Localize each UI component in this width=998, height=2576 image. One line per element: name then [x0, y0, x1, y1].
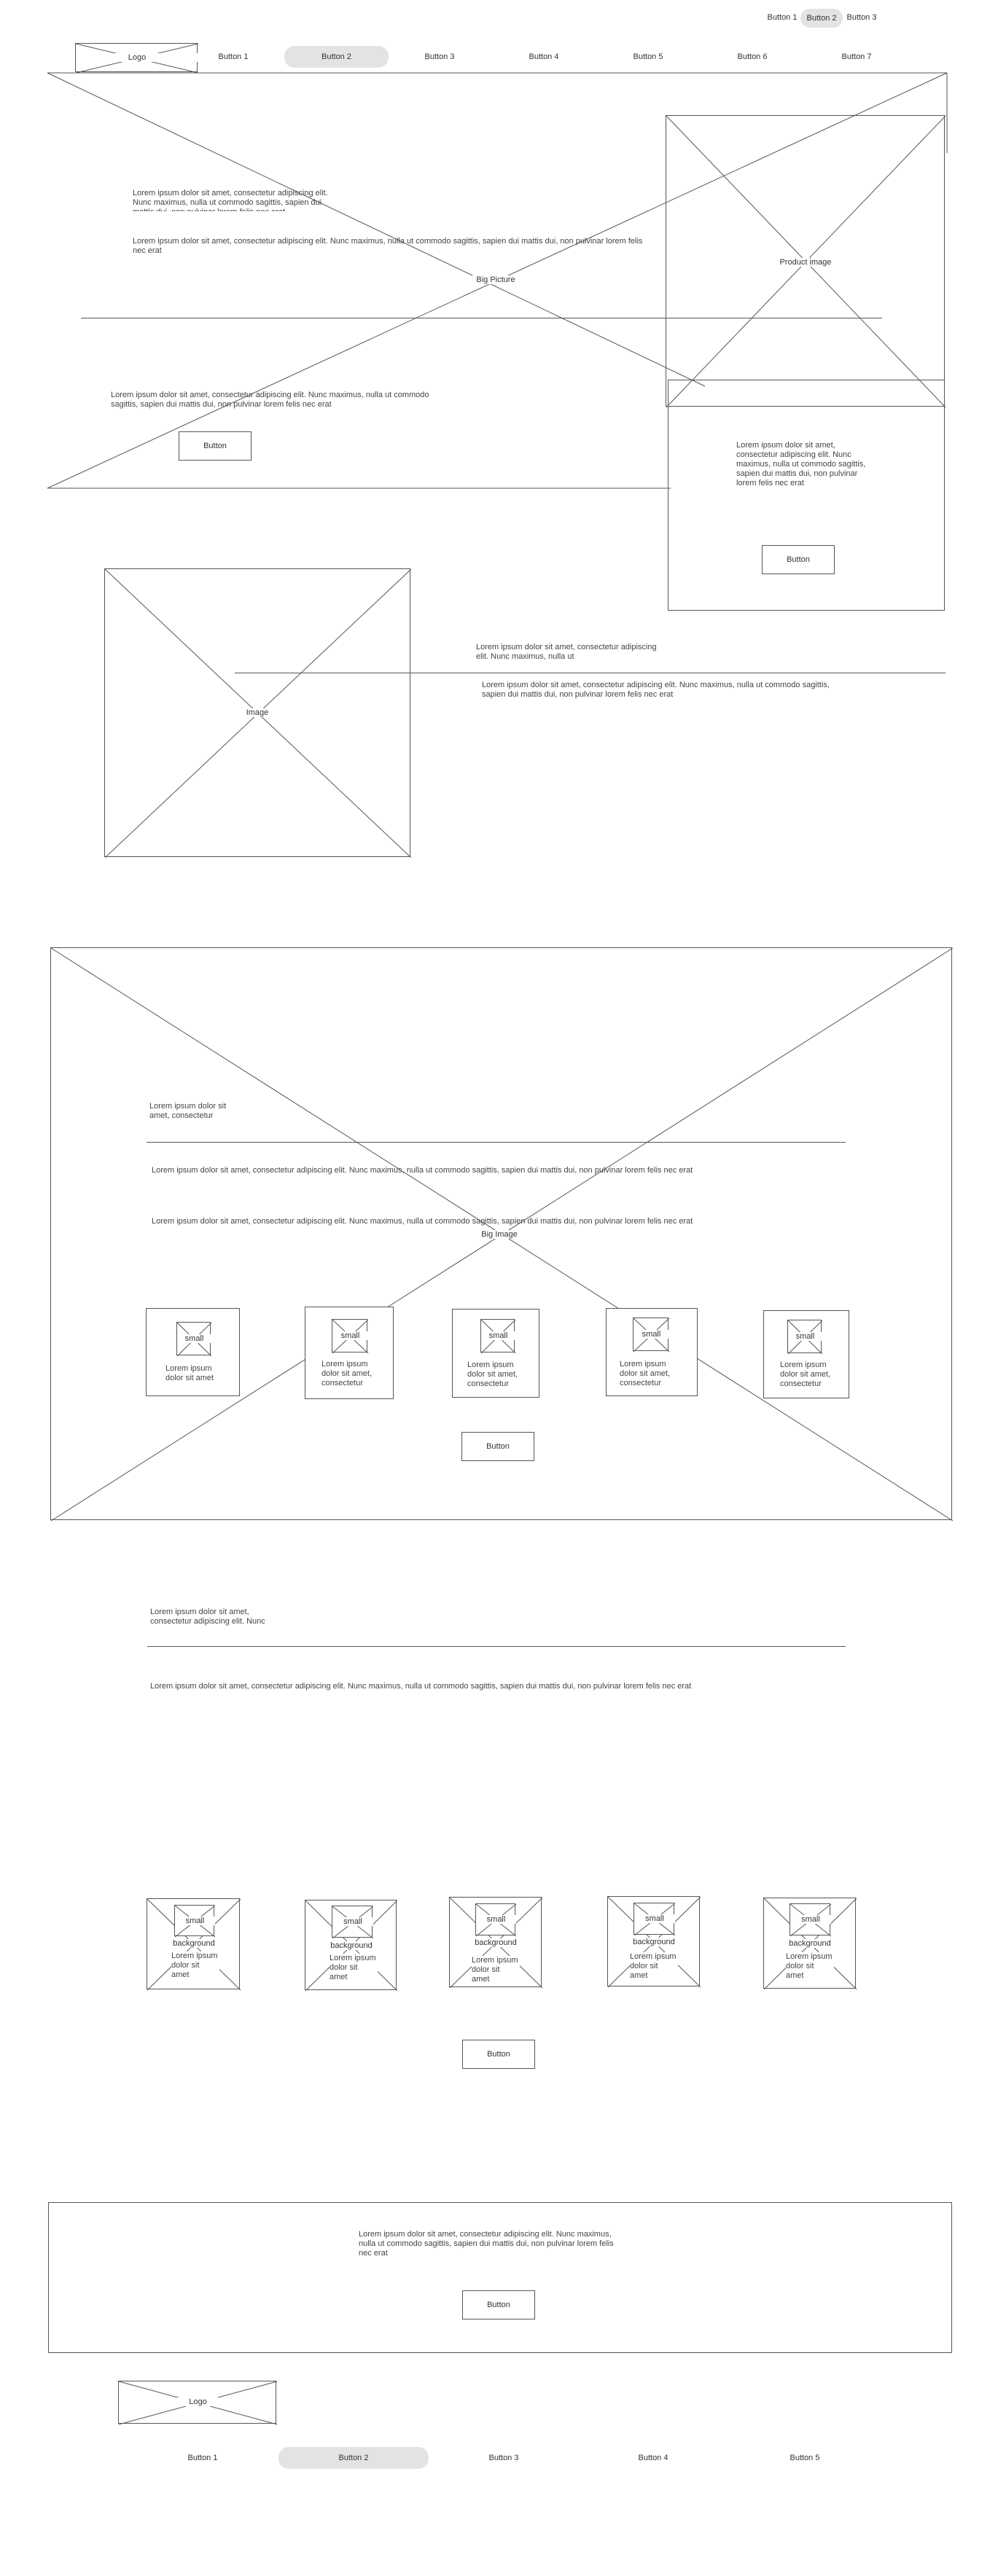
footer-nav-button-4[interactable]: Button 4	[631, 2454, 675, 2462]
text-section-short: Lorem ipsum dolor sit amet, consectetur …	[150, 1608, 265, 1626]
small-image: small	[633, 1318, 670, 1352]
text-section-divider	[147, 1646, 846, 1647]
product-button[interactable]: Button	[762, 545, 835, 574]
hero-button[interactable]: Button	[179, 431, 252, 461]
background-cards-button[interactable]: Button	[462, 2040, 535, 2069]
small-image: small	[176, 1322, 212, 1357]
small-label: small	[476, 1915, 516, 1924]
big-image-label: Big Image	[477, 1230, 521, 1239]
small-label: small	[790, 1915, 831, 1924]
background-card-3[interactable]: small background Lorem ipsum dolor sit a…	[449, 1897, 543, 1989]
small-image: small	[332, 1906, 374, 1939]
big-image-button[interactable]: Button	[461, 1432, 534, 1461]
hero-text-lower: Lorem ipsum dolor sit amet, consectetur …	[111, 391, 429, 409]
small-card-text: Lorem ipsum dolor sit amet, consectetur	[780, 1361, 831, 1388]
cta-section	[48, 2202, 952, 2353]
background-label: background	[166, 1939, 222, 1948]
footer-logo[interactable]: Logo	[118, 2381, 278, 2425]
header-nav-button-2[interactable]: Button 2	[284, 46, 389, 68]
small-label: small	[634, 1330, 669, 1339]
small-label: small	[332, 1331, 368, 1340]
big-image-divider	[147, 1142, 846, 1143]
small-image: small	[634, 1903, 676, 1936]
small-image: small	[790, 1903, 832, 1937]
small-card-3[interactable]: small Lorem ipsum dolor sit amet, consec…	[452, 1309, 539, 1398]
small-image: small	[475, 1903, 517, 1937]
small-label: small	[332, 1917, 373, 1926]
background-label: background	[468, 1938, 523, 1947]
small-image: small	[787, 1320, 823, 1355]
background-label: background	[324, 1941, 379, 1950]
header-logo[interactable]: Logo	[75, 43, 199, 74]
background-card-5[interactable]: small background Lorem ipsum dolor sit a…	[763, 1898, 857, 1990]
footer-nav-button-2[interactable]: Button 2	[278, 2447, 429, 2469]
footer-logo-label: Logo	[177, 2397, 219, 2406]
small-image: small	[480, 1319, 516, 1354]
background-card-text: Lorem ipsum dolor sit amet	[630, 1952, 678, 1979]
background-card-2[interactable]: small background Lorem ipsum dolor sit a…	[305, 1900, 398, 1992]
small-card-2[interactable]: small Lorem ipsum dolor sit amet, consec…	[305, 1307, 394, 1399]
small-card-5[interactable]: small Lorem ipsum dolor sit amet, consec…	[763, 1310, 849, 1398]
small-label: small	[175, 1917, 215, 1925]
cta-text: Lorem ipsum dolor sit amet, consectetur …	[359, 2230, 614, 2258]
header-nav-button-3[interactable]: Button 3	[418, 52, 461, 61]
hero-text-short: Lorem ipsum dolor sit amet, consectetur …	[133, 189, 328, 211]
small-card-text: Lorem ipsum dolor sit amet, consectetur	[467, 1361, 518, 1388]
small-card-text: Lorem ipsum dolor sit amet, consectetur	[321, 1360, 373, 1387]
product-card	[668, 380, 945, 611]
small-label: small	[177, 1334, 211, 1343]
background-card-1[interactable]: small background Lorem ipsum dolor sit a…	[147, 1898, 241, 1991]
small-image: small	[332, 1319, 369, 1354]
image-label: Image	[243, 708, 272, 717]
text-section-long: Lorem ipsum dolor sit amet, consectetur …	[150, 1682, 692, 1691]
background-label: background	[782, 1939, 838, 1948]
product-image-label: Product image	[773, 258, 838, 267]
small-card-text: Lorem ipsum dolor sit amet, consectetur	[620, 1360, 671, 1387]
small-label: small	[481, 1331, 515, 1340]
top-nav-button-3[interactable]: Button 3	[843, 13, 880, 22]
footer-nav-button-5[interactable]: Button 5	[783, 2454, 827, 2462]
footer-nav-button-1[interactable]: Button 1	[181, 2454, 225, 2462]
small-image: small	[174, 1905, 216, 1938]
logo-label: Logo	[76, 53, 198, 62]
big-image-text-2: Lorem ipsum dolor sit amet, consectetur …	[152, 1217, 693, 1226]
small-card-1[interactable]: small Lorem ipsum dolor sit amet	[146, 1308, 240, 1396]
cta-button[interactable]: Button	[462, 2290, 535, 2319]
header-nav-button-5[interactable]: Button 5	[626, 52, 670, 61]
header-nav-button-1[interactable]: Button 1	[211, 52, 255, 61]
product-text: Lorem ipsum dolor sit amet, consectetur …	[736, 441, 866, 488]
background-card-text: Lorem ipsum dolor sit amet	[330, 1954, 378, 1981]
background-card-text: Lorem ipsum dolor sit amet	[786, 1952, 834, 1979]
hero-big-picture-label: Big Picture	[467, 275, 525, 284]
big-image-text-1: Lorem ipsum dolor sit amet, consectetur …	[152, 1166, 693, 1175]
small-card-text: Lorem ipsum dolor sit amet	[165, 1364, 214, 1382]
footer-nav-button-3[interactable]: Button 3	[482, 2454, 526, 2462]
header-nav-button-4[interactable]: Button 4	[522, 52, 566, 61]
image-section-text-short: Lorem ipsum dolor sit amet, consectetur …	[476, 643, 657, 661]
image-section-text-long: Lorem ipsum dolor sit amet, consectetur …	[482, 681, 830, 699]
background-label: background	[626, 1938, 682, 1946]
header-nav-button-6[interactable]: Button 6	[730, 52, 774, 61]
background-card-text: Lorem ipsum dolor sit amet	[171, 1951, 219, 1978]
hero-text-long: Lorem ipsum dolor sit amet, consectetur …	[133, 237, 643, 255]
small-card-4[interactable]: small Lorem ipsum dolor sit amet, consec…	[606, 1308, 698, 1396]
top-nav-button-2[interactable]: Button 2	[800, 9, 843, 28]
small-label: small	[634, 1914, 675, 1923]
top-nav-button-1[interactable]: Button 1	[764, 13, 800, 22]
background-card-4[interactable]: small background Lorem ipsum dolor sit a…	[607, 1896, 701, 1988]
small-label: small	[788, 1332, 822, 1341]
big-image-text-short: Lorem ipsum dolor sit amet, consectetur	[149, 1102, 227, 1120]
header-nav-button-7[interactable]: Button 7	[835, 52, 878, 61]
background-card-text: Lorem ipsum dolor sit amet	[472, 1956, 520, 1983]
